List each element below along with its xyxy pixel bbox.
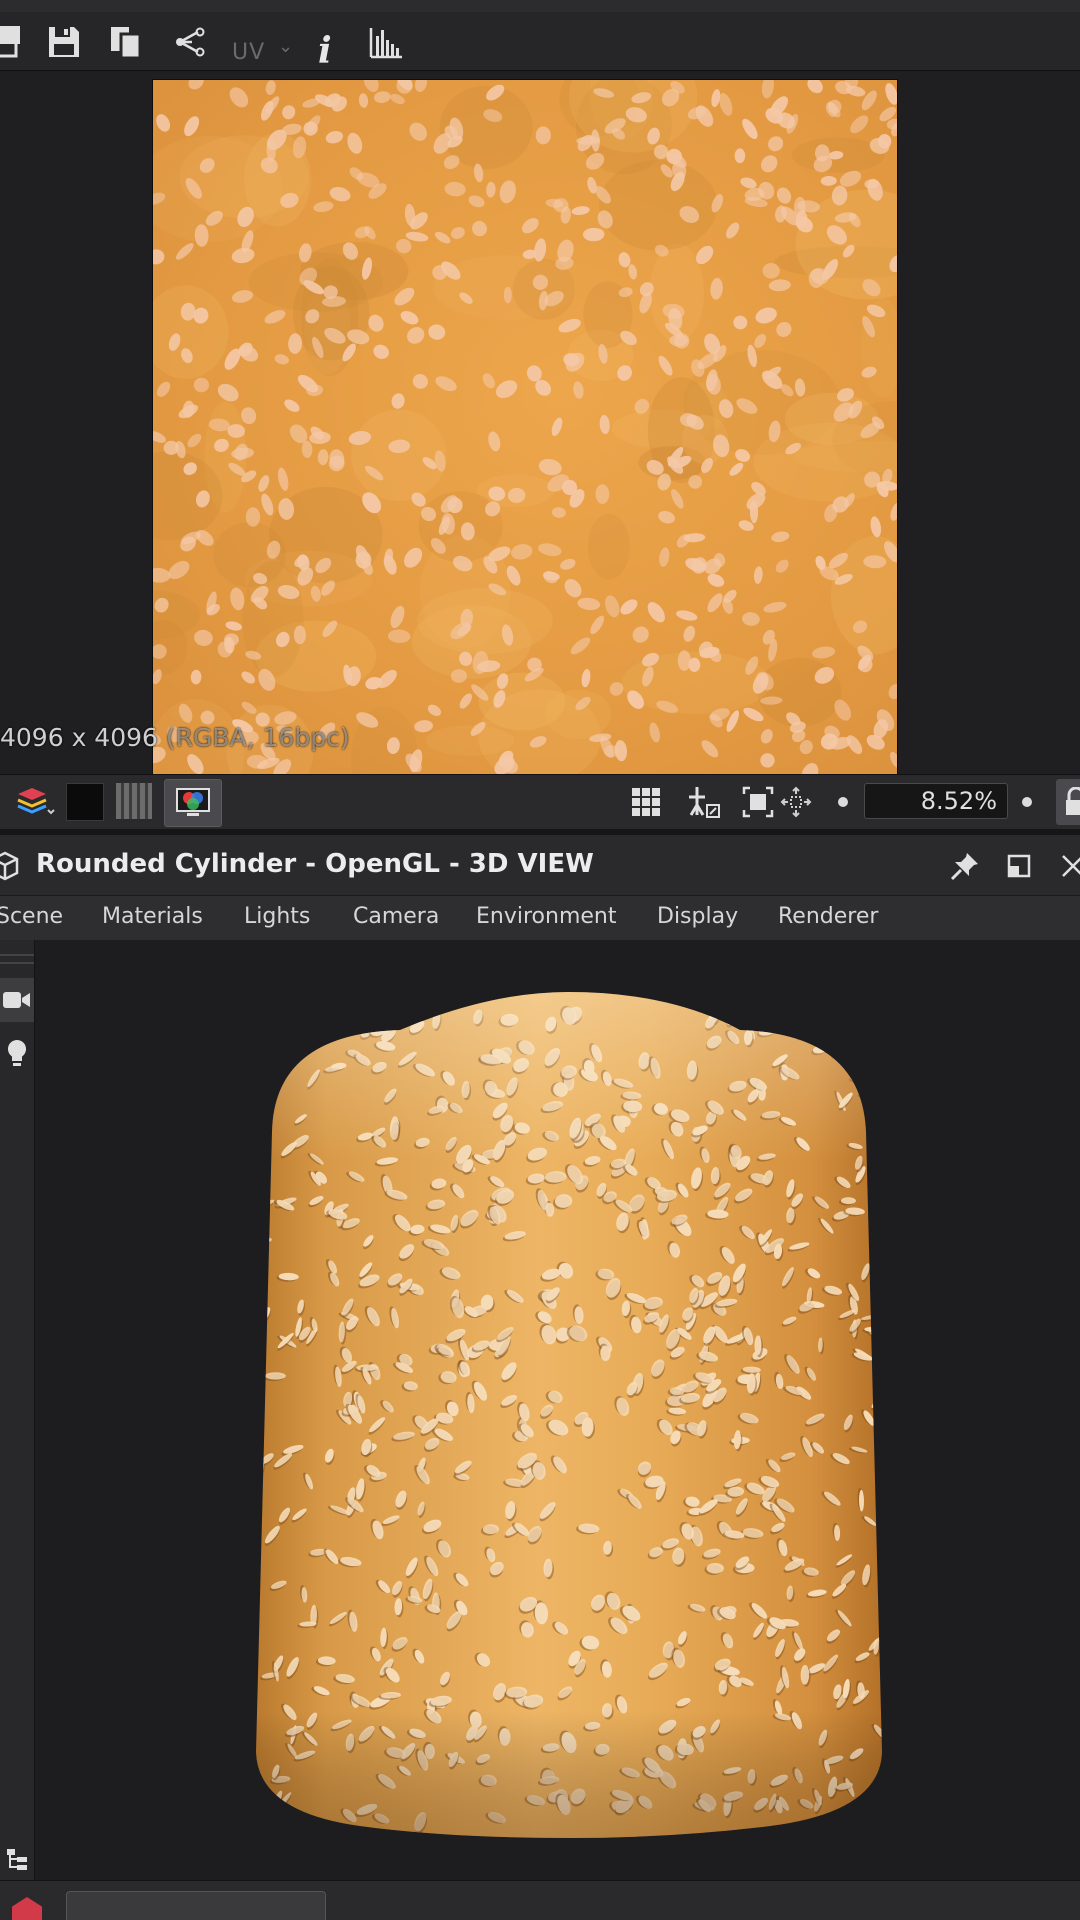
texture-size: 4096 x 4096 [0, 723, 158, 752]
view3d-viewport[interactable] [0, 940, 1080, 1880]
lock-icon[interactable] [1056, 779, 1080, 825]
center-icon[interactable] [776, 782, 816, 822]
chevron-down-icon[interactable]: ⌄ [278, 36, 293, 57]
menu-display[interactable]: Display [657, 904, 738, 929]
light-bulb-icon[interactable] [0, 1032, 34, 1076]
view3d-header: Rounded Cylinder - OpenGL - 3D VIEW [0, 835, 1080, 895]
texture-format: (RGBA, 16bpc) [157, 723, 350, 752]
view3d-title: Rounded Cylinder - OpenGL - 3D VIEW [36, 849, 594, 879]
display-mode-icon[interactable] [164, 779, 222, 827]
fit-icon[interactable] [738, 782, 778, 822]
info-icon[interactable]: i [318, 30, 332, 72]
graph-icon[interactable] [170, 22, 210, 62]
histogram-icon[interactable] [366, 22, 406, 62]
menu-camera[interactable]: Camera [353, 904, 439, 929]
menu-renderer[interactable]: Renderer [778, 904, 878, 929]
black-swatch[interactable] [66, 783, 104, 821]
texture-toolbar: UV ⌄ i [0, 12, 1080, 72]
view3d-side-toolbar [0, 940, 35, 1880]
texture-view-bar: 8.52% [0, 774, 1080, 830]
rounded-cylinder-model[interactable] [250, 992, 890, 1838]
cube-icon [0, 849, 22, 883]
tiling-icon[interactable] [684, 782, 724, 822]
channels-icon[interactable] [116, 783, 152, 819]
save-icon[interactable] [44, 22, 84, 62]
bottom-dock-bar [0, 1880, 1080, 1920]
texture-viewport[interactable]: 4096 x 4096 (RGBA, 16bpc) [0, 71, 1080, 775]
pin-icon[interactable] [948, 849, 982, 883]
menu-scene[interactable]: Scene [0, 904, 63, 929]
substance-logo-icon [12, 1897, 42, 1920]
texture-resolution-label: 4096 x 4096 (RGBA, 16bpc) [0, 723, 350, 752]
zoom-out-dot[interactable] [838, 797, 848, 807]
copy-icon[interactable] [106, 22, 146, 62]
close-icon[interactable] [1056, 849, 1080, 883]
menu-lights[interactable]: Lights [244, 904, 310, 929]
zoom-level-input[interactable]: 8.52% [864, 783, 1008, 819]
window-top-strip [0, 0, 1080, 12]
camera-icon[interactable] [0, 978, 34, 1022]
hierarchy-icon[interactable] [0, 1844, 34, 1874]
uv-dropdown[interactable]: UV [232, 40, 265, 65]
bottom-dock-tab[interactable] [66, 1891, 326, 1920]
toolbar-grip[interactable] [0, 954, 34, 964]
menu-environment[interactable]: Environment [476, 904, 616, 929]
zoom-in-dot[interactable] [1022, 797, 1032, 807]
layers-icon[interactable] [12, 782, 58, 822]
menu-materials[interactable]: Materials [102, 904, 203, 929]
app-window: UV ⌄ i 4096 x 4096 (RGBA, 16bpc) 8.52% R… [0, 0, 1080, 1920]
texture-preview [152, 79, 898, 775]
grid-icon[interactable] [626, 782, 666, 822]
maximize-icon[interactable] [1002, 849, 1036, 883]
view3d-menubar: Scene Materials Lights Camera Environmen… [0, 895, 1080, 941]
export-icon[interactable] [0, 22, 26, 62]
